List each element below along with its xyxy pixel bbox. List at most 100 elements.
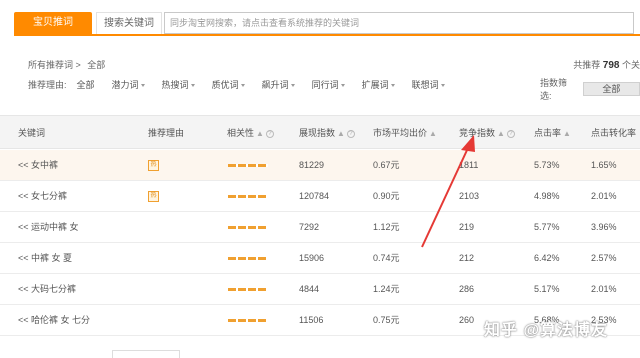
reason-option-hot[interactable]: 热搜词	[162, 78, 195, 91]
column-header-cvr[interactable]: 点击转化率	[591, 116, 636, 150]
column-header-ctr-label: 点击率	[534, 128, 562, 138]
competition-cell: 2103	[459, 191, 480, 201]
competition-cell: 212	[459, 253, 475, 263]
reason-option-hot-label: 热搜词	[161, 80, 189, 90]
column-header-relevance-label: 相关性	[227, 128, 255, 138]
sort-arrow-icon[interactable]: ▲	[256, 117, 264, 151]
table-header: 关键词 推荐理由 相关性 ▲? 展现指数 ▲? 市场平均出价 ▲ 竞争指数 ▲? 点击率…	[0, 115, 640, 149]
caret-down-icon	[440, 84, 445, 88]
competition-cell: 286	[459, 284, 475, 294]
reason-option-rising-label: 飙升词	[261, 80, 289, 90]
column-header-keyword-label: 关键词	[18, 128, 46, 138]
breadcrumb: 所有推荐词 > 全部	[28, 58, 109, 71]
keyword-cell[interactable]: << 大码七分裤	[18, 274, 76, 305]
cvr-cell: 2.01%	[591, 284, 617, 294]
avg-price-cell: 0.90元	[373, 191, 400, 201]
reason-option-all[interactable]: 全部	[77, 78, 95, 91]
relevance-bar	[228, 226, 268, 229]
reason-option-potential[interactable]: 潜力词	[112, 78, 145, 91]
column-header-avg-price[interactable]: 市场平均出价 ▲	[373, 116, 437, 150]
relevance-bar	[228, 257, 268, 260]
bottom-tab[interactable]	[112, 350, 180, 358]
keyword-cell[interactable]: << 哈伦裤 女 七分	[18, 305, 90, 336]
help-icon[interactable]: ?	[506, 129, 515, 138]
column-header-competition-label: 竞争指数	[459, 128, 496, 138]
ctr-cell: 5.17%	[534, 284, 560, 294]
column-header-reason-label: 推荐理由	[148, 128, 185, 138]
all-words-value[interactable]: 全部	[87, 60, 105, 70]
relevance-bar	[228, 164, 268, 167]
tab-underline	[14, 34, 640, 36]
reason-option-peer-label: 同行词	[311, 80, 339, 90]
reason-option-associate[interactable]: 联想词	[412, 78, 445, 91]
relevance-bar	[228, 319, 268, 322]
reason-option-expand-label: 扩展词	[361, 80, 389, 90]
reason-option-peer[interactable]: 同行词	[312, 78, 345, 91]
hot-badge-icon: 热	[148, 160, 159, 171]
reason-label: 推荐理由:	[28, 80, 67, 90]
column-header-competition[interactable]: 竞争指数 ▲?	[459, 116, 515, 150]
column-header-impressions-label: 展现指数	[299, 128, 336, 138]
search-input[interactable]: 同步淘宝网搜索，请点击查看系统推荐的关键词	[164, 12, 634, 34]
column-header-relevance[interactable]: 相关性 ▲?	[227, 116, 274, 150]
caret-down-icon	[190, 84, 195, 88]
total-count: 共推荐 798 个关	[573, 58, 640, 71]
impressions-cell: 15906	[299, 253, 325, 263]
table-row[interactable]: << 中裤 女 夏 15906 0.74元 212 6.42% 2.57%	[0, 243, 640, 274]
caret-down-icon	[140, 84, 145, 88]
ctr-cell: 4.98%	[534, 191, 560, 201]
caret-down-icon	[290, 84, 295, 88]
ctr-cell: 6.42%	[534, 253, 560, 263]
competition-cell: 219	[459, 222, 475, 232]
sort-arrow-icon[interactable]: ▲	[337, 117, 345, 151]
caret-down-icon	[240, 84, 245, 88]
help-icon[interactable]: ?	[265, 129, 274, 138]
avg-price-cell: 0.74元	[373, 253, 400, 263]
impressions-cell: 7292	[299, 222, 320, 232]
reason-option-quality[interactable]: 质优词	[212, 78, 245, 91]
impressions-cell: 11506	[299, 315, 324, 325]
sort-arrow-icon[interactable]: ▲	[497, 117, 505, 151]
indicator-filter-select[interactable]: 全部	[582, 82, 640, 96]
reason-option-potential-label: 潜力词	[111, 80, 139, 90]
table-row[interactable]: << 运动中裤 女 7292 1.12元 219 5.77% 3.96%	[0, 212, 640, 243]
keyword-cell[interactable]: << 中裤 女 夏	[18, 243, 72, 274]
cvr-cell: 3.96%	[591, 222, 617, 232]
column-header-ctr[interactable]: 点击率 ▲	[534, 116, 571, 150]
cvr-cell: 2.57%	[591, 253, 617, 263]
hot-badge-icon: 热	[148, 191, 159, 202]
avg-price-cell: 1.24元	[373, 284, 400, 294]
total-prefix: 共推荐	[573, 60, 601, 70]
avg-price-cell: 1.12元	[373, 222, 400, 232]
reason-option-associate-label: 联想词	[411, 80, 439, 90]
keyword-cell[interactable]: << 女七分裤	[18, 181, 67, 212]
reason-option-quality-label: 质优词	[211, 80, 239, 90]
tab-search-keywords[interactable]: 搜索关键词	[96, 12, 162, 34]
sort-arrow-icon[interactable]: ▲	[429, 117, 437, 151]
impressions-cell: 120784	[299, 191, 330, 201]
help-icon[interactable]: ?	[346, 129, 355, 138]
competition-cell: 260	[459, 315, 475, 325]
avg-price-cell: 0.67元	[373, 160, 400, 170]
reason-option-expand[interactable]: 扩展词	[362, 78, 395, 91]
cvr-cell: 2.01%	[591, 191, 617, 201]
relevance-bar	[228, 195, 268, 198]
competition-cell: 1811	[459, 160, 479, 170]
column-header-impressions[interactable]: 展现指数 ▲?	[299, 116, 355, 150]
reason-filter: 推荐理由: 全部 潜力词 热搜词 质优词 飙升词 同行词 扩展词 联想词	[28, 78, 462, 91]
caret-down-icon	[390, 84, 395, 88]
total-suffix: 个关	[621, 60, 640, 70]
table-row[interactable]: << 大码七分裤 4844 1.24元 286 5.17% 2.01%	[0, 274, 640, 305]
top-bar: 宝贝推词 搜索关键词 同步淘宝网搜索，请点击查看系统推荐的关键词	[0, 0, 640, 44]
indicator-filter-label: 指数筛选:	[540, 78, 568, 101]
reason-option-rising[interactable]: 飙升词	[262, 78, 295, 91]
tab-item-recommend[interactable]: 宝贝推词	[14, 12, 92, 34]
sort-arrow-icon[interactable]: ▲	[563, 117, 571, 151]
impressions-cell: 81229	[299, 160, 325, 170]
keyword-cell[interactable]: << 运动中裤 女	[18, 212, 79, 243]
keyword-cell[interactable]: << 女中裤	[18, 150, 58, 181]
all-words-label[interactable]: 所有推荐词 >	[28, 60, 81, 70]
column-header-reason: 推荐理由	[148, 116, 184, 150]
table-row[interactable]: << 女中裤 热 81229 0.67元 1811 5.73% 1.65%	[0, 150, 640, 181]
table-row[interactable]: << 女七分裤 热 120784 0.90元 2103 4.98% 2.01%	[0, 181, 640, 212]
